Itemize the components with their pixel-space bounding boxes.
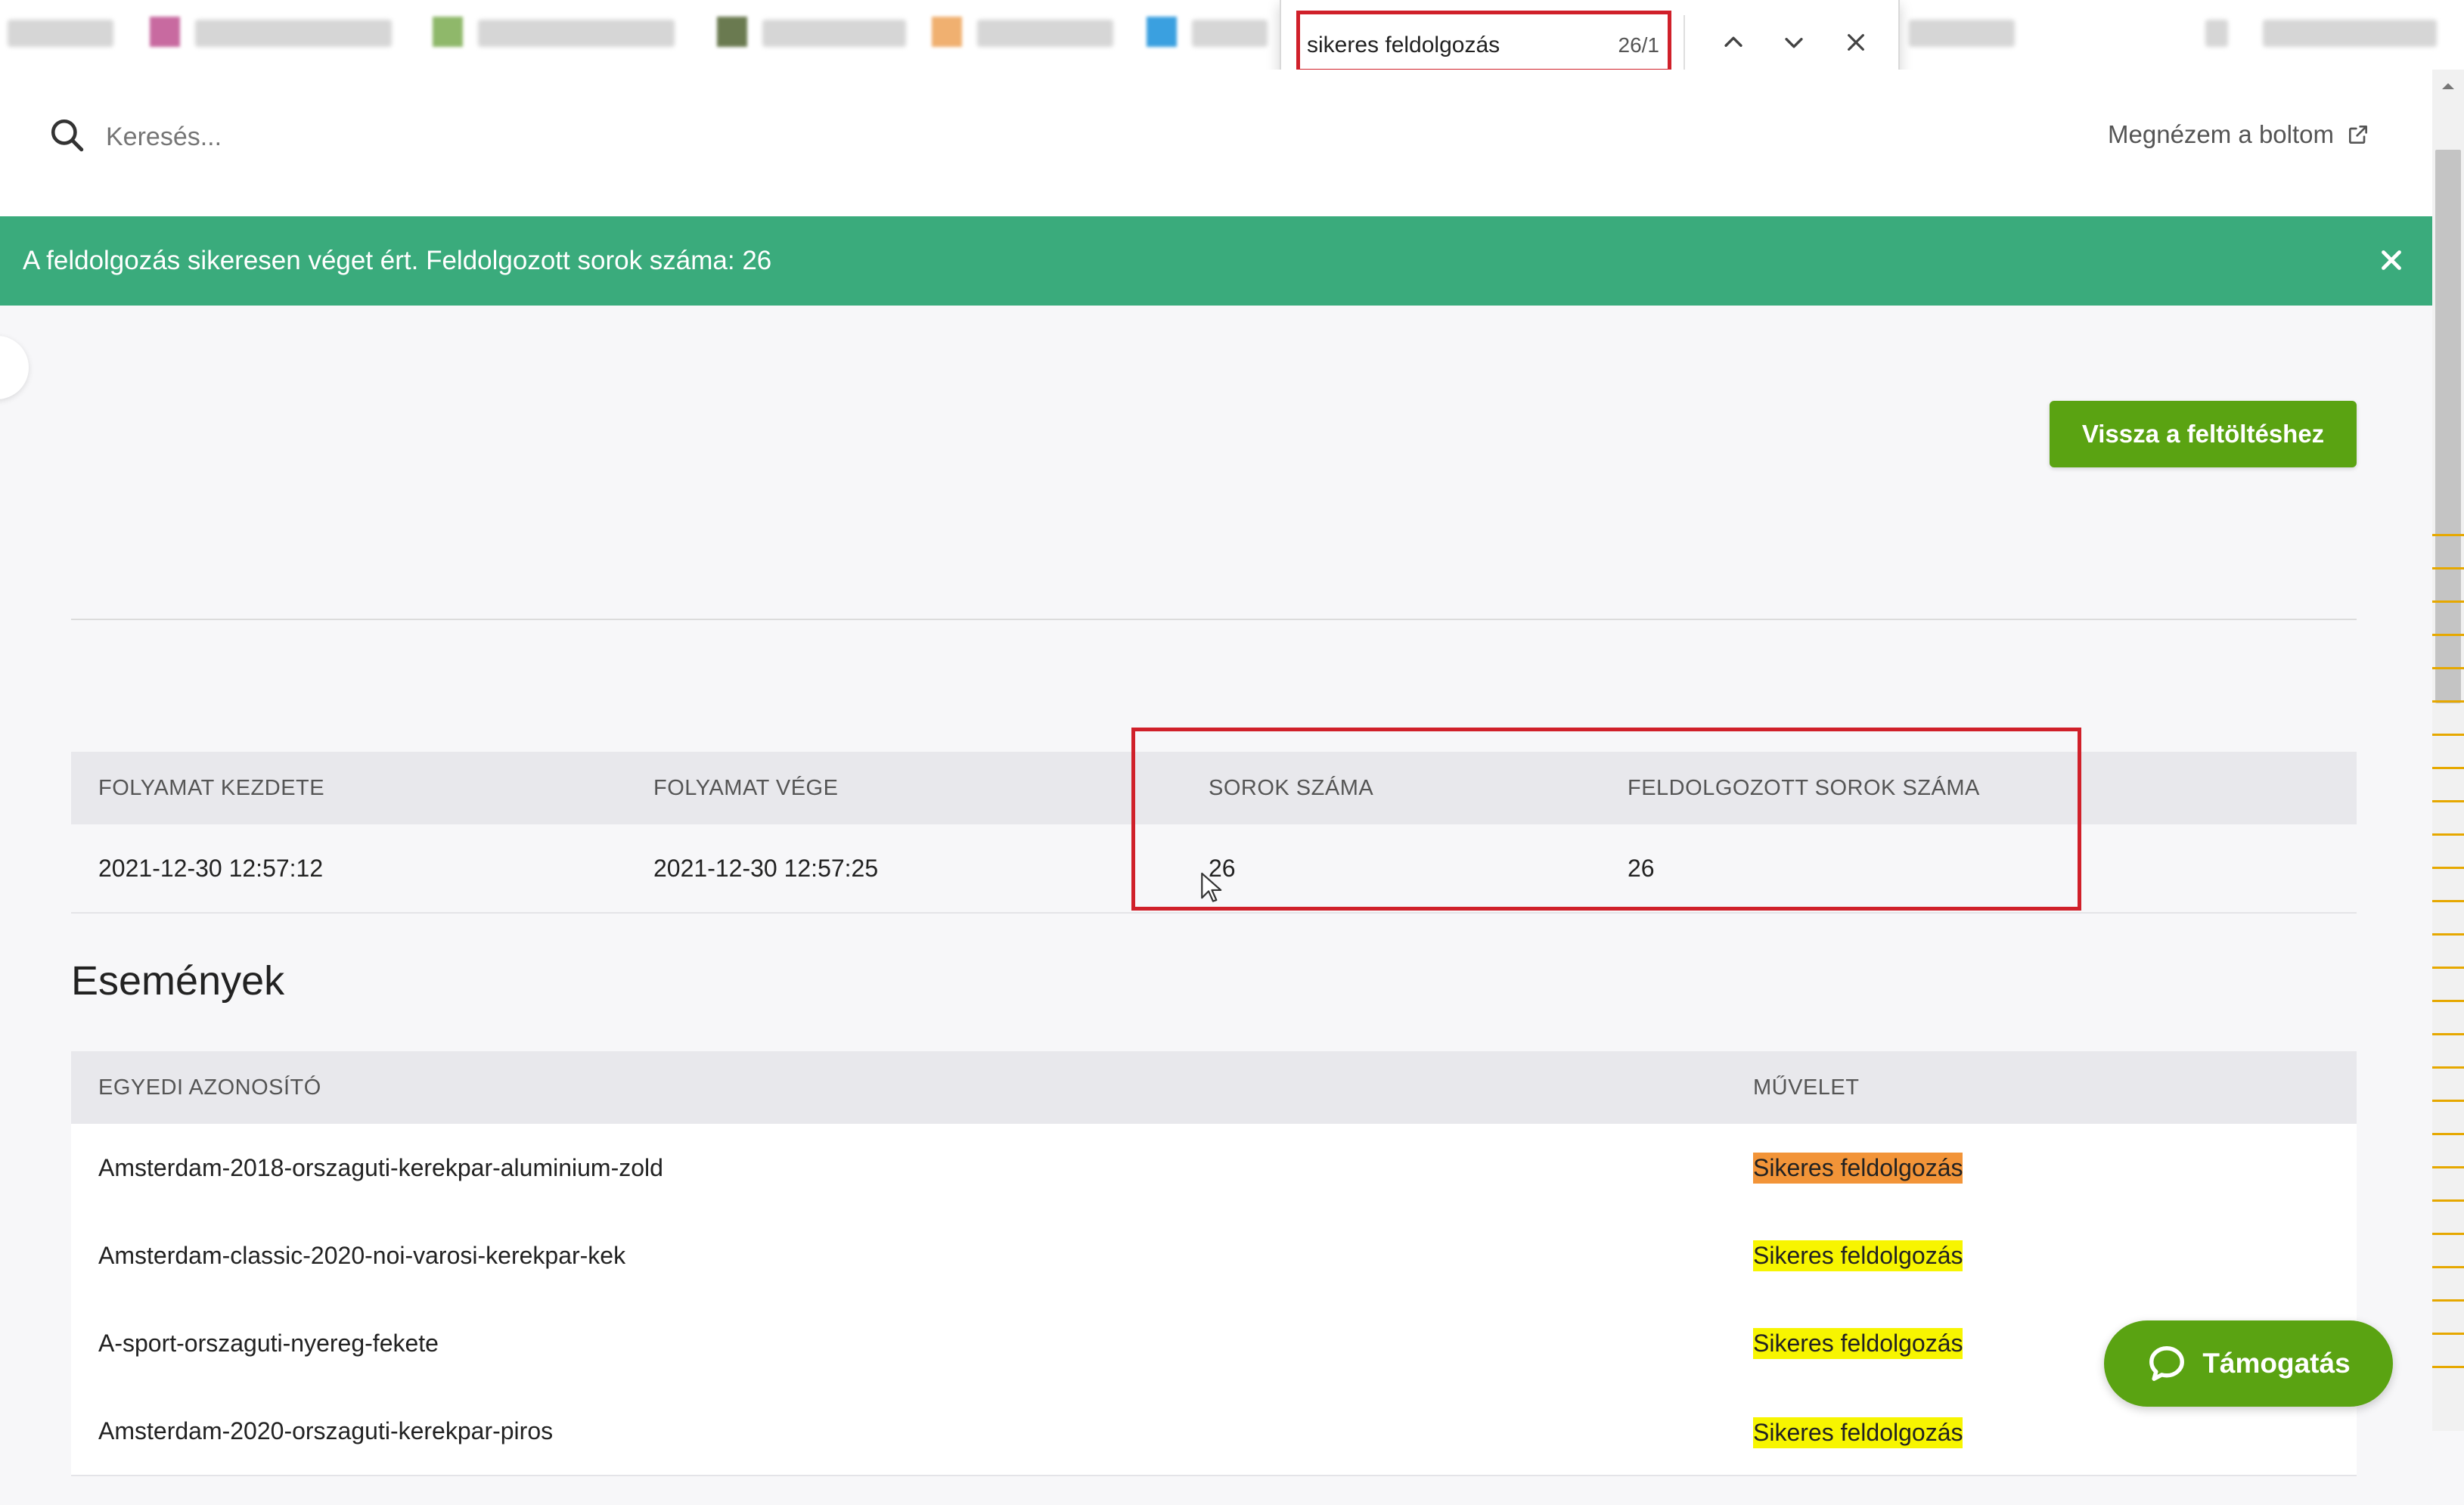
scrollbar-thumb[interactable] [2435, 150, 2461, 703]
bookmark-favicon [717, 17, 747, 47]
support-label: Támogatás [2202, 1348, 2351, 1379]
chevron-up-icon [1724, 36, 1742, 47]
event-action: Sikeres feldolgozás [1753, 1240, 1963, 1271]
event-action: Sikeres feldolgozás [1753, 1417, 1963, 1448]
bookmark-item[interactable] [8, 20, 113, 47]
search-input[interactable] [104, 115, 712, 159]
success-message: A feldolgozás sikeresen véget ért. Feldo… [23, 246, 772, 275]
bookmark-item[interactable] [1909, 20, 2015, 47]
find-next-button[interactable] [1773, 21, 1815, 64]
scrollbar-match-marker [2432, 700, 2464, 703]
chevron-down-icon [1785, 38, 1803, 48]
table-cell: 26 [1628, 854, 1655, 882]
events-table-header: EGYEDI AZONOSÍTÓ MŰVELET [71, 1051, 2357, 1124]
scrollbar-match-marker [2432, 1066, 2464, 1069]
back-to-upload-button[interactable]: Vissza a feltöltéshez [2050, 401, 2357, 467]
chat-bubble-icon [2149, 1346, 2185, 1381]
scrollbar-match-marker [2432, 1000, 2464, 1002]
divider [71, 619, 2357, 620]
scrollbar-match-marker [2432, 900, 2464, 902]
external-link-icon [2349, 126, 2367, 144]
bookmark-item[interactable] [762, 20, 906, 47]
column-header: FOLYAMAT VÉGE [653, 775, 839, 800]
event-id: Amsterdam-classic-2020-noi-varosi-kerekp… [98, 1241, 626, 1269]
event-action: Sikeres feldolgozás [1753, 1152, 1963, 1184]
column-header: FELDOLGOZOTT SOROK SZÁMA [1628, 775, 1980, 800]
vertical-scrollbar[interactable] [2432, 70, 2464, 1431]
sidebar-toggle[interactable] [0, 336, 29, 399]
banner-close-button[interactable] [2370, 239, 2413, 281]
scrollbar-match-marker [2432, 1366, 2464, 1368]
scrollbar-match-marker [2432, 1166, 2464, 1168]
bookmark-favicon [150, 17, 180, 47]
mouse-cursor-icon [1201, 872, 1222, 902]
support-chat-button[interactable]: Támogatás [2104, 1320, 2393, 1407]
event-id: Amsterdam-2018-orszaguti-kerekpar-alumin… [98, 1153, 663, 1181]
scrollbar-match-marker [2432, 600, 2464, 603]
scrollbar-match-marker [2432, 967, 2464, 969]
scrollbar-match-marker [2432, 1100, 2464, 1102]
event-id: Amsterdam-2020-orszaguti-kerekpar-piros [98, 1417, 554, 1444]
event-action: Sikeres feldolgozás [1753, 1327, 1963, 1359]
scrollbar-match-marker [2432, 933, 2464, 936]
table-row: A-sport-orszaguti-nyereg-fekete Sikeres … [71, 1299, 2357, 1389]
find-close-button[interactable] [1835, 21, 1877, 64]
bookmark-item[interactable] [478, 20, 675, 47]
scrollbar-match-marker [2432, 800, 2464, 802]
scrollbar-match-marker [2432, 1266, 2464, 1268]
bookmark-item[interactable] [1192, 20, 1268, 47]
scrollbar-match-marker [2432, 1133, 2464, 1135]
close-icon [1848, 34, 1864, 51]
table-row: Amsterdam-classic-2020-noi-varosi-kerekp… [71, 1212, 2357, 1301]
column-header: FOLYAMAT KEZDETE [98, 775, 325, 800]
success-banner: A feldolgozás sikeresen véget ért. Feldo… [0, 216, 2432, 306]
scrollbar-match-marker [2432, 634, 2464, 636]
bookmark-favicon [433, 17, 463, 47]
column-header: EGYEDI AZONOSÍTÓ [98, 1075, 321, 1100]
column-header: MŰVELET [1753, 1075, 1860, 1100]
scrollbar-match-marker [2432, 1333, 2464, 1335]
scrollbar-match-marker [2432, 534, 2464, 536]
scrollbar-match-marker [2432, 767, 2464, 769]
scroll-up-arrow-icon[interactable] [2439, 80, 2457, 92]
bookmark-item[interactable] [2263, 20, 2437, 47]
view-store-label: Megnézem a boltom [2108, 120, 2334, 148]
table-row: Amsterdam-2020-orszaguti-kerekpar-piros … [71, 1387, 2357, 1476]
scrollbar-match-marker [2432, 1199, 2464, 1202]
scrollbar-match-marker [2432, 1299, 2464, 1302]
scrollbar-match-marker [2432, 734, 2464, 736]
bookmark-item[interactable] [2205, 20, 2228, 47]
scrollbar-match-marker [2432, 1233, 2464, 1235]
event-id: A-sport-orszaguti-nyereg-fekete [98, 1329, 439, 1357]
find-separator [1684, 15, 1685, 70]
find-input[interactable]: sikeres feldolgozás [1307, 30, 1534, 61]
close-icon [2382, 250, 2401, 270]
scrollbar-match-marker [2432, 667, 2464, 669]
bookmark-favicon [932, 17, 962, 47]
bookmarks-bar [0, 0, 2464, 71]
scrollbar-match-marker [2432, 567, 2464, 569]
bookmark-item[interactable] [977, 20, 1113, 47]
bookmark-favicon [1147, 17, 1177, 47]
scrollbar-match-marker [2432, 833, 2464, 836]
search-icon [51, 119, 84, 152]
events-title: Események [71, 958, 285, 1004]
table-cell: 2021-12-30 12:57:12 [98, 854, 324, 882]
table-row: Amsterdam-2018-orszaguti-kerekpar-alumin… [71, 1124, 2357, 1213]
bookmark-item[interactable] [195, 20, 392, 47]
find-previous-button[interactable] [1712, 21, 1755, 64]
view-store-link[interactable]: Megnézem a boltom [2108, 113, 2370, 156]
table-cell: 2021-12-30 12:57:25 [653, 854, 879, 882]
summary-table-header: FOLYAMAT KEZDETE FOLYAMAT VÉGE SOROK SZÁ… [71, 752, 2357, 824]
column-header: SOROK SZÁMA [1209, 775, 1374, 800]
app-header: Megnézem a boltom [0, 70, 2432, 216]
scrollbar-match-marker [2432, 867, 2464, 869]
scrollbar-match-marker [2432, 1033, 2464, 1035]
find-match-count: 26/1 [1618, 33, 1660, 57]
